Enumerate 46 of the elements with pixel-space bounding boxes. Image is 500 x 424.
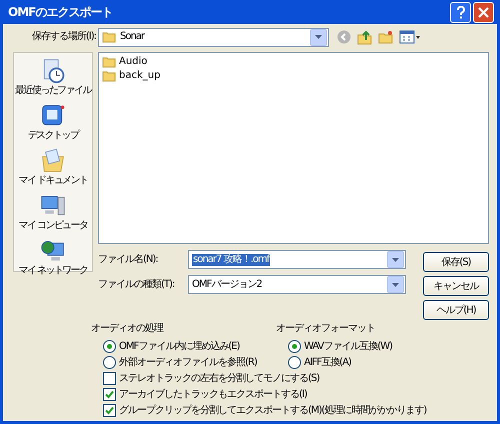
- group-title: オーディオの処理: [91, 323, 163, 335]
- radio-option[interactable]: OMFファイル内に埋め込み(E): [103, 340, 240, 353]
- radio-option[interactable]: AIFF互換(A): [288, 356, 351, 369]
- radio-option[interactable]: 外部オーディオファイルを参照(R): [103, 356, 257, 369]
- help-icon[interactable]: [450, 2, 471, 22]
- radio-option[interactable]: WAVファイル互換(W): [288, 340, 392, 353]
- checkbox-option[interactable]: ステレオトラックの左右を分割してモノにする(S): [103, 372, 320, 385]
- caret-icon: [392, 282, 399, 286]
- save-location-label: 保存する場所(I):: [30, 31, 97, 43]
- checkbox-option[interactable]: アーカイブしたトラックもエクスポートする(I): [103, 388, 307, 401]
- folder-icon: [40, 148, 66, 174]
- radio-button[interactable]: [103, 356, 116, 369]
- radio-button[interactable]: [103, 340, 116, 353]
- folder-up-icon[interactable]: [357, 30, 372, 44]
- location-value: Sonar: [120, 31, 144, 43]
- checkbox[interactable]: [103, 388, 116, 401]
- dialog-button[interactable]: ヘルプ(H): [423, 300, 489, 320]
- close-icon[interactable]: [473, 2, 494, 22]
- radio-button[interactable]: [288, 340, 301, 353]
- file-type-dropdown[interactable]: OMFバージョン2: [188, 275, 406, 294]
- place-item[interactable]: マイ ネットワーク: [18, 238, 88, 277]
- place-item[interactable]: マイ ドキュメント: [18, 148, 88, 187]
- file-type-label: ファイルの種類(T):: [98, 278, 176, 290]
- caret-icon: [392, 258, 399, 262]
- folder-item[interactable]: back_up: [119, 70, 160, 82]
- location-dropdown[interactable]: Sonar: [98, 28, 329, 46]
- checkbox[interactable]: [103, 404, 116, 417]
- place-item[interactable]: デスクトップ: [28, 103, 78, 142]
- folder-icon: [102, 70, 116, 82]
- place-item[interactable]: 最近使ったファイル: [15, 58, 91, 97]
- group-title: オーディオフォーマット: [276, 323, 375, 335]
- window-title: OMFのエクスポート: [8, 6, 112, 18]
- folder-icon: [102, 31, 116, 43]
- dialog-button[interactable]: 保存(S): [423, 252, 489, 272]
- caret-icon: [315, 35, 322, 39]
- radio-button[interactable]: [288, 356, 301, 369]
- checkbox-option[interactable]: グループクリップを分割してエクスポートする(M)(処理に時間がかかります): [103, 404, 426, 417]
- new-folder-icon[interactable]: [378, 30, 393, 44]
- dialog-button[interactable]: キャンセル: [423, 276, 489, 296]
- view-menu-icon[interactable]: [399, 30, 421, 44]
- file-name-field[interactable]: sonar7 攻略！.omf: [188, 250, 406, 269]
- folder-item[interactable]: Audio: [119, 56, 148, 68]
- file-name-label: ファイル名(N):: [98, 254, 159, 266]
- place-item[interactable]: マイ コンピュータ: [18, 193, 88, 232]
- checkbox[interactable]: [103, 372, 116, 385]
- folder-icon: [102, 56, 116, 68]
